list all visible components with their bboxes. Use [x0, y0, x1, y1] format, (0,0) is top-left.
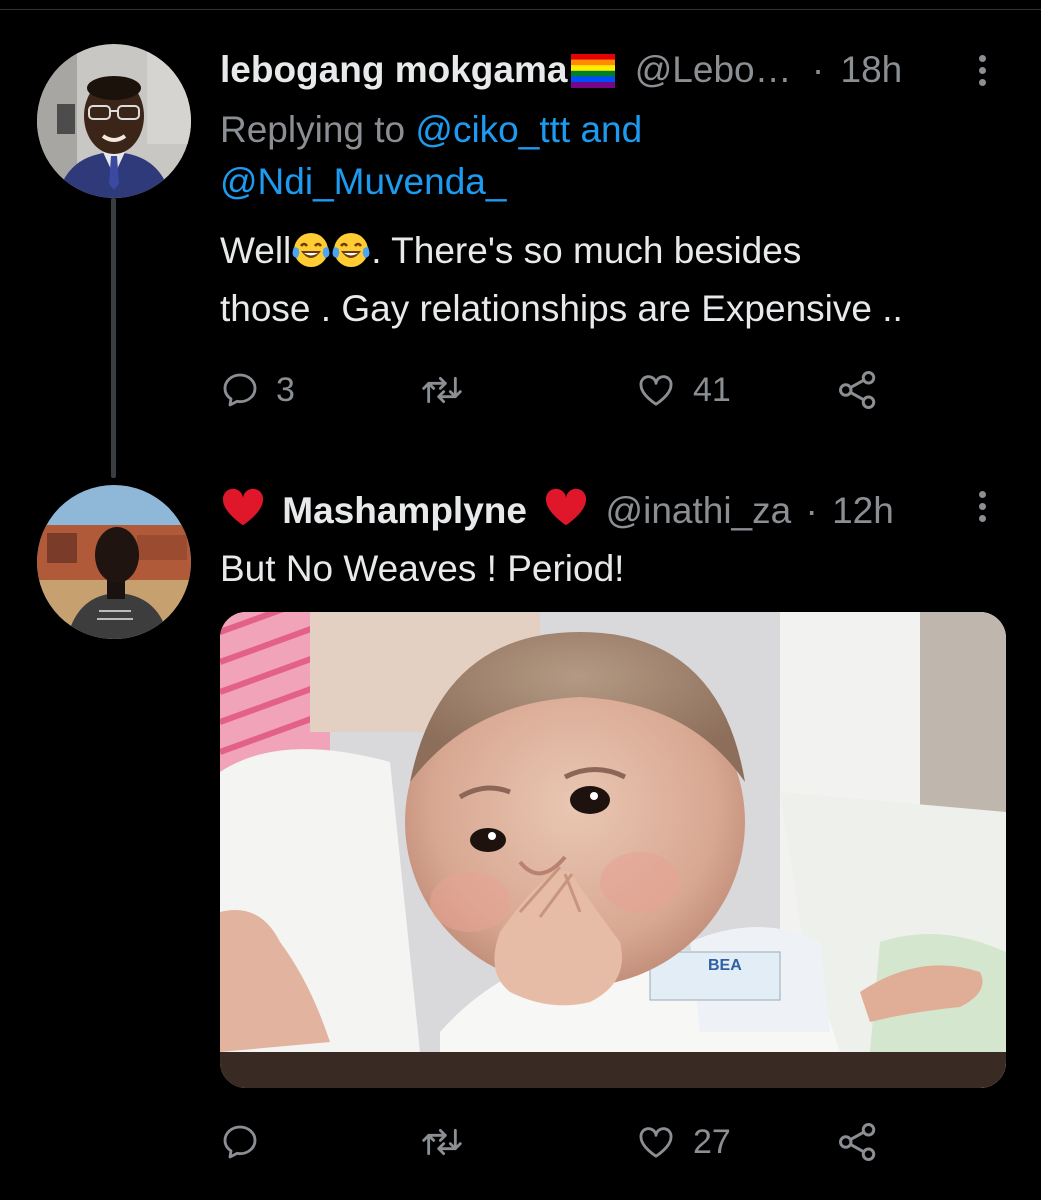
top-divider	[0, 9, 1041, 10]
red-heart-emoji	[543, 487, 589, 538]
retweet-icon	[420, 370, 464, 410]
display-name[interactable]: lebogang mokgama	[220, 49, 567, 90]
more-icon[interactable]	[977, 55, 987, 91]
like-icon	[635, 1122, 677, 1162]
reply-and[interactable]: and	[580, 109, 642, 150]
reply-button[interactable]	[220, 1117, 276, 1167]
reply-icon	[220, 1122, 260, 1162]
reply-mention-link[interactable]: @ciko_ttt	[415, 109, 570, 150]
tweet1-actions: 3 41	[220, 365, 900, 415]
thread-connector	[111, 198, 116, 478]
like-icon	[635, 370, 677, 410]
tweet2-header: Mashamplyne @inathi_za · 12h	[220, 487, 894, 538]
avatar-mashamplyne[interactable]	[37, 485, 191, 639]
handle[interactable]: @Lebo…	[635, 49, 792, 90]
laughing-crying-emoji	[332, 228, 370, 285]
red-heart-emoji	[220, 487, 266, 538]
share-icon	[835, 1121, 881, 1163]
timestamp[interactable]: 18h	[841, 49, 903, 90]
reply-icon	[220, 370, 260, 410]
onesie-label: BEA	[708, 957, 742, 974]
replying-to-label: Replying to	[220, 109, 406, 150]
reply-button[interactable]: 3	[220, 365, 295, 415]
tweet-media-image[interactable]: BEA	[220, 612, 1006, 1088]
like-count: 41	[693, 370, 731, 409]
timestamp[interactable]: 12h	[832, 490, 894, 531]
tweet1-header: lebogang mokgama @Lebo… · 18h	[220, 47, 902, 99]
handle[interactable]: @inathi_za	[606, 490, 792, 531]
display-name[interactable]: Mashamplyne	[282, 490, 527, 531]
reply-mention-link[interactable]: @Ndi_Muvenda_	[220, 161, 506, 202]
rainbow-flag-icon	[571, 53, 616, 99]
like-button[interactable]: 27	[635, 1117, 731, 1167]
tweet2-actions: 27	[220, 1117, 900, 1167]
tweet2-text: But No Weaves ! Period!	[220, 548, 625, 589]
laughing-crying-emoji	[292, 228, 330, 285]
retweet-button[interactable]	[420, 365, 480, 415]
retweet-icon	[420, 1122, 464, 1162]
tweet-text-segment: Well	[220, 230, 292, 271]
replying-to: Replying to @ciko_ttt and @Ndi_Muvenda_	[220, 104, 642, 208]
share-button[interactable]	[835, 365, 881, 415]
like-count: 27	[693, 1122, 731, 1161]
more-icon[interactable]	[977, 491, 987, 527]
tweet1-text-line1: Well . There's so much besides	[220, 222, 801, 285]
separator-dot: ·	[811, 49, 825, 90]
avatar-lebogang[interactable]	[37, 44, 191, 198]
reply-count: 3	[276, 370, 295, 409]
tweet1-text-line2: those . Gay relationships are Expensive …	[220, 288, 903, 329]
separator-dot: ·	[805, 490, 818, 531]
tweet-text-segment: . There's so much besides	[371, 230, 802, 271]
retweet-button[interactable]	[420, 1117, 480, 1167]
share-icon	[835, 369, 881, 411]
share-button[interactable]	[835, 1117, 881, 1167]
like-button[interactable]: 41	[635, 365, 731, 415]
